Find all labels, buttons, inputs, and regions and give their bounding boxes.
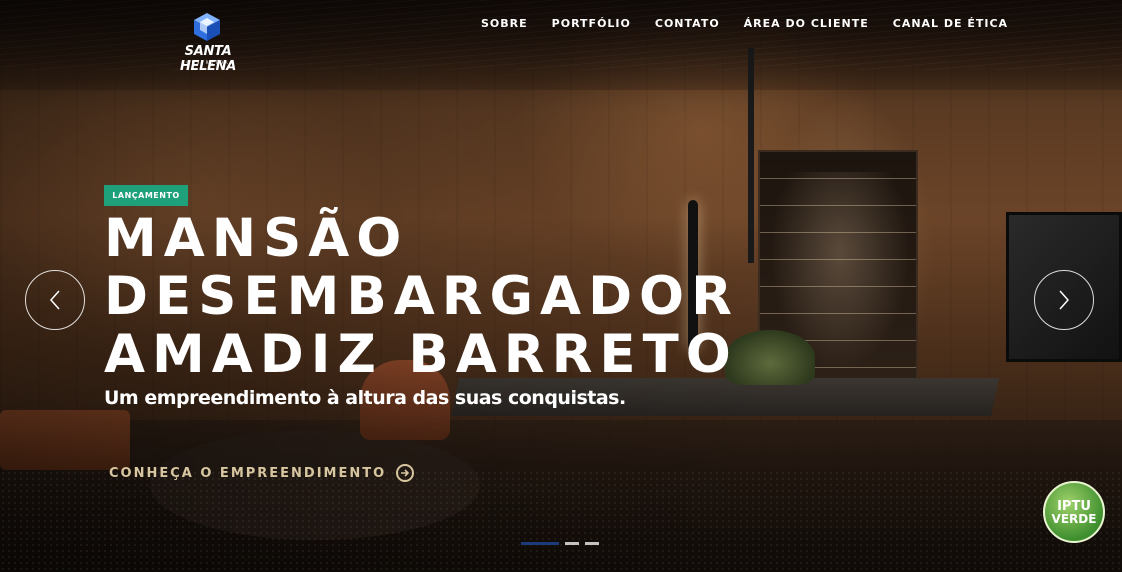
cta-conheca-button[interactable]: CONHEÇA O EMPREENDIMENTO: [109, 464, 415, 482]
nav-item-sobre[interactable]: SOBRE: [481, 17, 528, 30]
chevron-right-icon: [1059, 290, 1070, 310]
nav-item-canal-de-etica[interactable]: CANAL DE ÉTICA: [893, 17, 1008, 30]
carousel-prev-button[interactable]: [25, 270, 85, 330]
hero-title-line-1: MANSÃO: [104, 208, 409, 269]
hero-title-line-3: AMADIZ BARRETO: [104, 324, 738, 385]
logo-cube-icon: [194, 13, 220, 41]
carousel-dot-3[interactable]: [585, 542, 599, 545]
arrow-right-circle-icon: [396, 464, 415, 482]
brand-tagline: CONSTRUTORA: [181, 60, 235, 65]
dot-pattern-overlay: [0, 470, 1122, 572]
nav-item-contato[interactable]: CONTATO: [655, 17, 720, 30]
hero-title: MANSÃO DESEMBARGADOR AMADIZ BARRETO: [104, 210, 739, 384]
nav-item-area-do-cliente[interactable]: ÁREA DO CLIENTE: [744, 17, 869, 30]
carousel-dot-1[interactable]: [521, 542, 559, 545]
main-nav: SOBRE PORTFÓLIO CONTATO ÁREA DO CLIENTE …: [481, 17, 1008, 30]
cta-label: CONHEÇA O EMPREENDIMENTO: [109, 465, 387, 481]
nav-item-portfolio[interactable]: PORTFÓLIO: [552, 17, 631, 30]
carousel-dot-2[interactable]: [565, 542, 579, 545]
carousel-pagination: [521, 542, 605, 545]
brand-logo[interactable]: SANTA HELENA CONSTRUTORA: [156, 10, 260, 74]
chevron-left-icon: [49, 290, 60, 310]
brand-name: SANTA HELENA: [179, 44, 237, 74]
hero-title-line-2: DESEMBARGADOR: [104, 266, 739, 327]
launch-badge: LANÇAMENTO: [104, 185, 188, 206]
iptu-verde-seal[interactable]: IPTU VERDE: [1043, 481, 1105, 543]
hero-subtitle: Um empreendimento à altura das suas conq…: [104, 387, 626, 409]
carousel-next-button[interactable]: [1034, 270, 1094, 330]
iptu-seal-line2: VERDE: [1051, 511, 1097, 526]
iptu-seal-line1: IPTU: [1057, 498, 1091, 514]
